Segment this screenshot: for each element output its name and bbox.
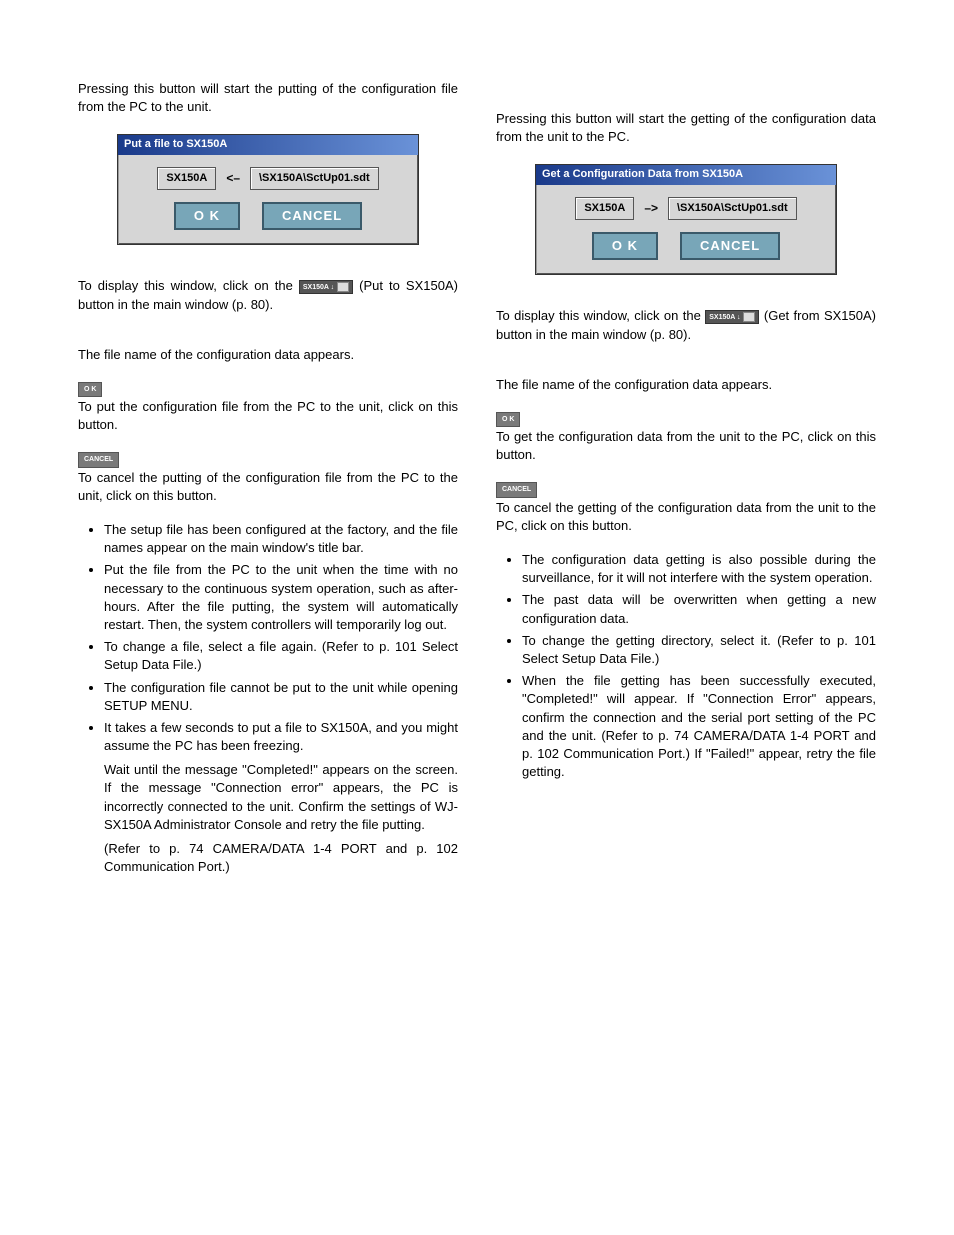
- dialog-title: Get a Configuration Data from SX150A: [536, 165, 836, 184]
- put-to-sx150a-icon: SX150A ↓: [299, 280, 353, 295]
- file-row: SX150A <– \SX150A\SctUp01.sdt: [157, 167, 378, 190]
- put-file-dialog: Put a file to SX150A SX150A <– \SX150A\S…: [117, 134, 419, 245]
- get-config-dialog: Get a Configuration Data from SX150A SX1…: [535, 164, 837, 275]
- list-item: The past data will be overwritten when g…: [522, 591, 876, 627]
- notes-list: The setup file has been configured at th…: [78, 521, 458, 876]
- file-row: SX150A –> \SX150A\SctUp01.sdt: [575, 197, 796, 220]
- monitor-icon: [337, 282, 349, 292]
- path-field: \SX150A\SctUp01.sdt: [250, 167, 379, 190]
- ok-description: To get the configuration data from the u…: [496, 428, 876, 464]
- list-item: The configuration data getting is also p…: [522, 551, 876, 587]
- cancel-button[interactable]: CANCEL: [262, 202, 362, 230]
- cancel-small-button[interactable]: CANCEL: [496, 482, 537, 498]
- device-field: SX150A: [575, 197, 634, 220]
- right-column: Pressing this button will start the gett…: [496, 80, 876, 886]
- ok-button[interactable]: O K: [592, 232, 658, 260]
- filename-line: The file name of the configuration data …: [496, 376, 876, 394]
- list-item: The setup file has been configured at th…: [104, 521, 458, 557]
- cancel-small-button[interactable]: CANCEL: [78, 452, 119, 468]
- ok-description: To put the configuration file from the P…: [78, 398, 458, 434]
- list-item: Put the file from the PC to the unit whe…: [104, 561, 458, 634]
- arrow-left-icon: <–: [226, 170, 240, 187]
- cancel-description: To cancel the getting of the configurati…: [496, 499, 876, 535]
- display-instruction: To display this window, click on the SX1…: [496, 307, 876, 343]
- intro-text: Pressing this button will start the gett…: [496, 110, 876, 146]
- intro-text: Pressing this button will start the putt…: [78, 80, 458, 116]
- arrow-right-icon: –>: [644, 200, 658, 217]
- cancel-button[interactable]: CANCEL: [680, 232, 780, 260]
- path-field: \SX150A\SctUp01.sdt: [668, 197, 797, 220]
- device-field: SX150A: [157, 167, 216, 190]
- list-item: To change the getting directory, select …: [522, 632, 876, 668]
- list-item: To change a file, select a file again. (…: [104, 638, 458, 674]
- cancel-description: To cancel the putting of the configurati…: [78, 469, 458, 505]
- list-item: It takes a few seconds to put a file to …: [104, 719, 458, 877]
- filename-line: The file name of the configuration data …: [78, 346, 458, 364]
- dialog-title: Put a file to SX150A: [118, 135, 418, 154]
- display-instruction: To display this window, click on the SX1…: [78, 277, 458, 313]
- ok-small-button[interactable]: O K: [496, 412, 520, 428]
- list-item: When the file getting has been successfu…: [522, 672, 876, 781]
- get-from-sx150a-icon: SX150A ↓: [705, 310, 759, 325]
- left-column: Pressing this button will start the putt…: [78, 80, 458, 886]
- list-item: The configuration file cannot be put to …: [104, 679, 458, 715]
- ok-small-button[interactable]: O K: [78, 382, 102, 398]
- monitor-icon: [743, 312, 755, 322]
- ok-button[interactable]: O K: [174, 202, 240, 230]
- notes-list: The configuration data getting is also p…: [496, 551, 876, 781]
